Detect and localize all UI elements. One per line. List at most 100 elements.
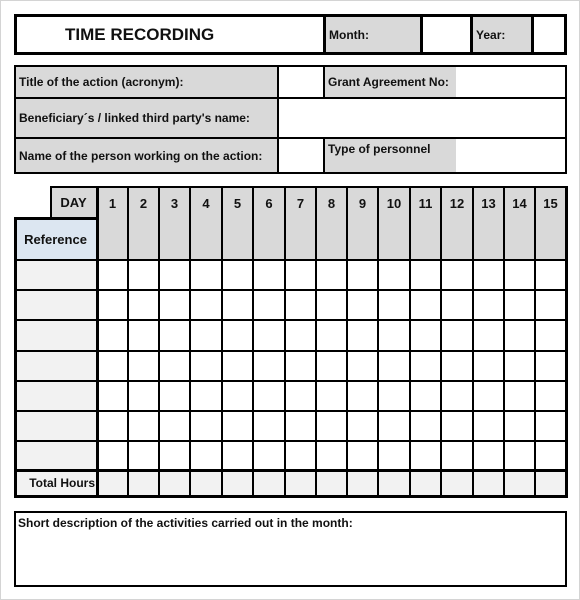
hours-cell[interactable]	[97, 411, 128, 442]
hours-cell[interactable]	[504, 290, 535, 321]
hours-cell[interactable]	[441, 320, 473, 351]
hours-cell[interactable]	[222, 260, 253, 291]
hours-cell[interactable]	[347, 290, 378, 321]
hours-cell[interactable]	[535, 350, 566, 381]
hours-cell[interactable]	[473, 411, 504, 442]
hours-cell[interactable]	[159, 320, 190, 351]
hours-cell[interactable]	[504, 411, 535, 442]
hours-cell[interactable]	[190, 260, 222, 291]
hours-cell[interactable]	[378, 411, 410, 442]
hours-cell[interactable]	[535, 380, 566, 411]
hours-cell[interactable]	[473, 260, 504, 291]
hours-cell[interactable]	[535, 260, 566, 291]
hours-cell[interactable]	[285, 320, 316, 351]
reference-cell[interactable]	[14, 260, 97, 291]
hours-cell[interactable]	[190, 290, 222, 321]
hours-cell[interactable]	[535, 441, 566, 472]
hours-cell[interactable]	[316, 441, 347, 472]
hours-cell[interactable]	[316, 411, 347, 442]
reference-cell[interactable]	[14, 320, 97, 351]
hours-cell[interactable]	[190, 320, 222, 351]
total-hours-cell[interactable]	[535, 471, 566, 496]
hours-cell[interactable]	[441, 290, 473, 321]
hours-cell[interactable]	[347, 411, 378, 442]
hours-cell[interactable]	[159, 290, 190, 321]
hours-cell[interactable]	[473, 441, 504, 472]
total-hours-cell[interactable]	[159, 471, 190, 496]
reference-cell[interactable]	[14, 350, 97, 381]
hours-cell[interactable]	[378, 290, 410, 321]
hours-cell[interactable]	[159, 411, 190, 442]
total-hours-cell[interactable]	[378, 471, 410, 496]
hours-cell[interactable]	[473, 380, 504, 411]
hours-cell[interactable]	[410, 290, 441, 321]
hours-cell[interactable]	[504, 260, 535, 291]
hours-cell[interactable]	[190, 411, 222, 442]
hours-cell[interactable]	[285, 441, 316, 472]
hours-cell[interactable]	[97, 441, 128, 472]
total-hours-cell[interactable]	[410, 471, 441, 496]
hours-cell[interactable]	[190, 441, 222, 472]
hours-cell[interactable]	[159, 350, 190, 381]
hours-cell[interactable]	[378, 350, 410, 381]
total-hours-cell[interactable]	[190, 471, 222, 496]
total-hours-cell[interactable]	[441, 471, 473, 496]
hours-cell[interactable]	[253, 411, 285, 442]
hours-cell[interactable]	[473, 290, 504, 321]
hours-cell[interactable]	[159, 380, 190, 411]
total-hours-cell[interactable]	[128, 471, 159, 496]
hours-cell[interactable]	[253, 380, 285, 411]
hours-cell[interactable]	[410, 320, 441, 351]
hours-cell[interactable]	[222, 380, 253, 411]
hours-cell[interactable]	[504, 380, 535, 411]
reference-cell[interactable]	[14, 411, 97, 442]
hours-cell[interactable]	[190, 380, 222, 411]
hours-cell[interactable]	[410, 411, 441, 442]
hours-cell[interactable]	[222, 350, 253, 381]
hours-cell[interactable]	[190, 350, 222, 381]
total-hours-cell[interactable]	[253, 471, 285, 496]
hours-cell[interactable]	[222, 441, 253, 472]
hours-cell[interactable]	[128, 290, 159, 321]
hours-cell[interactable]	[159, 441, 190, 472]
reference-cell[interactable]	[14, 441, 97, 472]
hours-cell[interactable]	[410, 441, 441, 472]
hours-cell[interactable]	[97, 380, 128, 411]
hours-cell[interactable]	[285, 380, 316, 411]
hours-cell[interactable]	[285, 411, 316, 442]
hours-cell[interactable]	[222, 320, 253, 351]
hours-cell[interactable]	[347, 350, 378, 381]
total-hours-cell[interactable]	[285, 471, 316, 496]
hours-cell[interactable]	[410, 380, 441, 411]
hours-cell[interactable]	[535, 290, 566, 321]
hours-cell[interactable]	[378, 320, 410, 351]
total-hours-cell[interactable]	[97, 471, 128, 496]
hours-cell[interactable]	[128, 260, 159, 291]
hours-cell[interactable]	[441, 380, 473, 411]
total-hours-cell[interactable]	[222, 471, 253, 496]
hours-cell[interactable]	[378, 441, 410, 472]
hours-cell[interactable]	[285, 290, 316, 321]
hours-cell[interactable]	[316, 290, 347, 321]
hours-cell[interactable]	[159, 260, 190, 291]
hours-cell[interactable]	[410, 350, 441, 381]
hours-cell[interactable]	[535, 411, 566, 442]
hours-cell[interactable]	[285, 260, 316, 291]
hours-cell[interactable]	[347, 441, 378, 472]
hours-cell[interactable]	[441, 441, 473, 472]
hours-cell[interactable]	[504, 350, 535, 381]
hours-cell[interactable]	[316, 260, 347, 291]
hours-cell[interactable]	[441, 260, 473, 291]
hours-cell[interactable]	[97, 350, 128, 381]
hours-cell[interactable]	[253, 260, 285, 291]
hours-cell[interactable]	[473, 350, 504, 381]
hours-cell[interactable]	[378, 380, 410, 411]
hours-cell[interactable]	[128, 320, 159, 351]
hours-cell[interactable]	[97, 260, 128, 291]
hours-cell[interactable]	[316, 380, 347, 411]
hours-cell[interactable]	[535, 320, 566, 351]
hours-cell[interactable]	[285, 350, 316, 381]
hours-cell[interactable]	[347, 380, 378, 411]
hours-cell[interactable]	[253, 290, 285, 321]
hours-cell[interactable]	[410, 260, 441, 291]
